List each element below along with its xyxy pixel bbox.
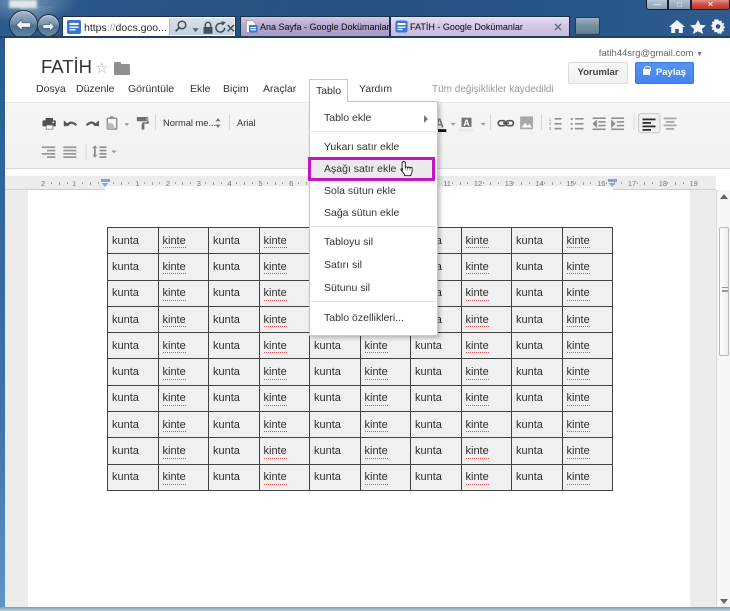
svg-text:3: 3 — [549, 126, 552, 131]
svg-text:A: A — [463, 118, 470, 128]
